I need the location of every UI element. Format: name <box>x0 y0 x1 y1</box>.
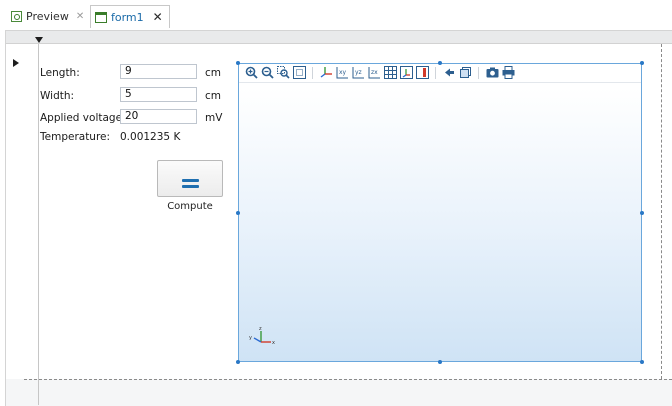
zoom-out-icon[interactable] <box>261 66 274 79</box>
resize-handle-top-right[interactable] <box>640 61 644 65</box>
width-unit: cm <box>205 90 222 102</box>
svg-text:xy: xy <box>339 69 347 76</box>
yz-view-icon[interactable]: yz <box>352 66 365 79</box>
default-view-icon[interactable] <box>320 66 333 79</box>
horizontal-ruler <box>6 31 672 44</box>
resize-handle-bottom-left[interactable] <box>236 360 240 364</box>
width-label: Width: <box>40 90 75 102</box>
resize-handle-top[interactable] <box>438 61 442 65</box>
zoom-in-icon[interactable] <box>245 66 258 79</box>
resize-handle-left[interactable] <box>236 211 240 215</box>
ruler-column-marker[interactable] <box>35 37 43 43</box>
axis-z-label: z <box>259 326 262 332</box>
axis-y-label: y <box>249 335 252 341</box>
editor-tab-bar: Preview ✕ form1 ✕ <box>0 0 672 30</box>
compute-icon <box>182 179 199 188</box>
voltage-unit: mV <box>205 112 223 124</box>
tab-form1[interactable]: form1 ✕ <box>90 5 170 28</box>
zx-view-icon[interactable]: zx <box>368 66 381 79</box>
tab-preview[interactable]: Preview ✕ <box>11 6 84 26</box>
graphics-toolbar: xy yz zx <box>239 64 641 83</box>
graphics-window[interactable]: xy yz zx z x y <box>238 63 642 362</box>
wireframe-icon[interactable] <box>459 66 472 79</box>
form-bottom-boundary <box>24 379 672 380</box>
length-input[interactable]: 9 <box>120 64 197 79</box>
voltage-label: Applied voltage: <box>40 112 126 124</box>
resize-handle-top-left[interactable] <box>236 61 240 65</box>
resize-handle-right[interactable] <box>640 211 644 215</box>
temperature-value: 0.001235 K <box>120 131 181 143</box>
axis-orientation-icon[interactable] <box>400 66 413 79</box>
tab-preview-label: Preview <box>26 9 69 23</box>
preview-icon <box>11 10 22 22</box>
print-icon[interactable] <box>502 66 515 79</box>
toolbar-separator <box>478 67 479 79</box>
grid-icon[interactable] <box>384 66 397 79</box>
form-icon <box>95 11 107 23</box>
column-guide-line <box>38 44 39 405</box>
compute-button-label: Compute <box>167 201 213 212</box>
zoom-extents-icon[interactable] <box>293 66 306 79</box>
axis-x-label: x <box>272 340 275 346</box>
axis-triad: z x y <box>247 326 277 350</box>
camera-icon[interactable] <box>486 66 499 79</box>
ruler-row-marker[interactable] <box>13 59 19 67</box>
transparency-icon[interactable] <box>443 66 456 79</box>
temperature-label: Temperature: <box>40 131 111 143</box>
tab-form1-close-icon[interactable]: ✕ <box>153 10 163 24</box>
length-label: Length: <box>40 67 80 79</box>
resize-handle-bottom-right[interactable] <box>640 360 644 364</box>
svg-text:yz: yz <box>355 69 362 76</box>
resize-handle-bottom[interactable] <box>438 360 442 364</box>
zoom-box-icon[interactable] <box>277 66 290 79</box>
tab-preview-close-icon[interactable]: ✕ <box>76 11 84 22</box>
color-legend-icon[interactable] <box>416 66 429 79</box>
compute-button-panel[interactable]: Compute <box>157 160 223 212</box>
voltage-input[interactable]: 20 <box>120 109 197 124</box>
toolbar-separator <box>312 67 313 79</box>
toolbar-separator <box>435 67 436 79</box>
svg-text:zx: zx <box>371 69 378 76</box>
form-right-boundary <box>661 44 662 379</box>
xy-view-icon[interactable]: xy <box>336 66 349 79</box>
length-unit: cm <box>205 67 222 79</box>
width-input[interactable]: 5 <box>120 87 197 102</box>
tab-form1-label: form1 <box>111 10 144 24</box>
